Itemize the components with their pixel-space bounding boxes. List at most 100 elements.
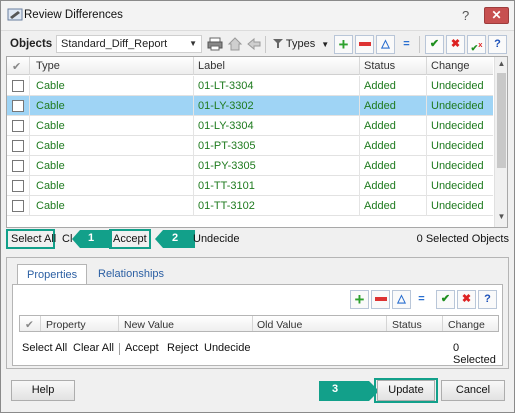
- reject-x-icon[interactable]: ✖: [446, 35, 465, 54]
- table-row[interactable]: Cable 01-PY-3305 Added Undecided: [7, 156, 493, 176]
- types-filter-dropdown[interactable]: Types ▼: [273, 38, 329, 50]
- column-divider: [426, 116, 427, 136]
- table-row[interactable]: Cable 01-TT-3101 Added Undecided: [7, 176, 493, 196]
- table-header: ✔ Type Label Status Change: [7, 57, 493, 75]
- close-button[interactable]: ✕: [484, 7, 509, 24]
- table-row[interactable]: Cable 01-LT-3304 Added Undecided: [7, 76, 493, 96]
- column-header-new-value[interactable]: New Value: [124, 319, 174, 331]
- chevron-down-icon: ▼: [321, 40, 330, 49]
- cell-label: 01-PT-3305: [198, 140, 256, 152]
- header-check-icon[interactable]: ✔: [25, 319, 34, 331]
- row-checkbox[interactable]: [12, 80, 24, 92]
- scroll-down-icon[interactable]: ▼: [495, 212, 507, 225]
- add-icon[interactable]: +: [350, 290, 369, 309]
- accept-check-icon[interactable]: ✔: [425, 35, 444, 54]
- row-checkbox[interactable]: [12, 180, 24, 192]
- table-row[interactable]: Cable 01-TT-3102 Added Undecided: [7, 196, 493, 216]
- report-dropdown[interactable]: Standard_Diff_Report ▼: [56, 35, 202, 53]
- column-header-old-value[interactable]: Old Value: [257, 319, 302, 331]
- reject-x-icon[interactable]: ✖: [457, 290, 476, 309]
- column-header-status[interactable]: Status: [392, 319, 422, 331]
- back-arrow-icon[interactable]: [246, 36, 262, 52]
- equals-icon[interactable]: =: [412, 290, 431, 309]
- cell-label: 01-TT-3101: [198, 180, 255, 192]
- details-panel: Properties Relationships + △ = ✔ ✖ ? ✔ P…: [6, 257, 509, 369]
- header-check-icon[interactable]: ✔: [12, 60, 21, 73]
- callout-3: 3: [332, 383, 339, 395]
- column-header-status[interactable]: Status: [364, 60, 395, 72]
- properties-selected-count: 0 Selected: [453, 342, 496, 366]
- cell-status: Added: [364, 160, 396, 172]
- properties-accept-link[interactable]: Accept: [125, 342, 159, 354]
- column-header-property[interactable]: Property: [46, 319, 86, 331]
- column-divider: [359, 156, 360, 176]
- scroll-up-icon[interactable]: ▲: [495, 59, 507, 72]
- cell-status: Added: [364, 200, 396, 212]
- cell-type: Cable: [36, 200, 65, 212]
- chevron-down-icon: ▼: [189, 39, 197, 48]
- objects-label: Objects: [10, 38, 53, 50]
- app-icon: [7, 8, 23, 21]
- column-divider: [442, 316, 443, 331]
- properties-clear-all-link[interactable]: Clear All: [73, 342, 114, 354]
- column-divider: [426, 57, 427, 75]
- row-checkbox[interactable]: [12, 120, 24, 132]
- home-icon[interactable]: [227, 36, 243, 52]
- equals-icon[interactable]: =: [397, 35, 416, 54]
- remove-icon[interactable]: [371, 290, 390, 309]
- scroll-thumb[interactable]: [497, 73, 506, 168]
- add-icon[interactable]: +: [334, 35, 353, 54]
- table-row[interactable]: Cable 01-LY-3304 Added Undecided: [7, 116, 493, 136]
- row-checkbox[interactable]: [12, 140, 24, 152]
- column-header-label[interactable]: Label: [198, 60, 225, 72]
- vertical-scrollbar[interactable]: ▲ ▼: [494, 57, 507, 227]
- column-header-change[interactable]: Change: [448, 319, 485, 331]
- properties-undecide-link[interactable]: Undecide: [204, 342, 250, 354]
- cell-type: Cable: [36, 100, 65, 112]
- toolbar-separator: [265, 36, 266, 53]
- table-row[interactable]: Cable 01-PT-3305 Added Undecided: [7, 136, 493, 156]
- help-question-icon[interactable]: ?: [488, 35, 507, 54]
- cell-status: Added: [364, 140, 396, 152]
- window-title: Review Differences: [24, 9, 123, 21]
- column-divider: [359, 57, 360, 75]
- table-row[interactable]: Cable 01-LY-3302 Added Undecided: [7, 96, 493, 116]
- help-question-icon[interactable]: ?: [478, 290, 497, 309]
- update-button[interactable]: Update: [377, 380, 435, 401]
- column-header-type[interactable]: Type: [36, 60, 60, 72]
- row-checkbox[interactable]: [12, 100, 24, 112]
- report-dropdown-value: Standard_Diff_Report: [61, 38, 168, 50]
- delta-icon[interactable]: △: [392, 290, 411, 309]
- cell-status: Added: [364, 180, 396, 192]
- properties-reject-link[interactable]: Reject: [167, 342, 198, 354]
- cell-label: 01-PY-3305: [198, 160, 256, 172]
- clear-all-link[interactable]: Cl: [62, 233, 72, 245]
- types-label: Types: [285, 38, 316, 50]
- column-header-change[interactable]: Change: [431, 60, 470, 72]
- undecide-link[interactable]: Undecide: [193, 233, 239, 245]
- accept-check-icon[interactable]: ✔: [436, 290, 455, 309]
- help-button[interactable]: Help: [11, 380, 75, 401]
- remove-icon[interactable]: [355, 35, 374, 54]
- review-differences-dialog: Review Differences ? ✕ Objects Standard_…: [0, 0, 515, 413]
- row-checkbox[interactable]: [12, 200, 24, 212]
- tab-relationships[interactable]: Relationships: [89, 264, 173, 285]
- cell-label: 01-LT-3304: [198, 80, 254, 92]
- cell-change: Undecided: [431, 140, 484, 152]
- column-divider: [29, 76, 30, 96]
- column-divider: [29, 96, 30, 116]
- tab-properties[interactable]: Properties: [17, 264, 88, 285]
- grid-action-bar: Select All Cl 1 Accept 2 Undecide 0 Sele…: [6, 229, 509, 249]
- row-checkbox[interactable]: [12, 160, 24, 172]
- properties-select-all-link[interactable]: Select All: [22, 342, 67, 354]
- cell-type: Cable: [36, 140, 65, 152]
- print-icon[interactable]: [207, 36, 223, 52]
- help-icon[interactable]: ?: [462, 8, 469, 23]
- undecide-icon[interactable]: ✔x: [467, 35, 486, 54]
- cancel-button[interactable]: Cancel: [441, 380, 505, 401]
- accept-link[interactable]: Accept: [113, 233, 147, 245]
- select-all-link[interactable]: Select All: [11, 233, 56, 245]
- properties-panel: + △ = ✔ ✖ ? ✔ Property New Value Old Val…: [12, 284, 503, 366]
- delta-icon[interactable]: △: [376, 35, 395, 54]
- cell-status: Added: [364, 120, 396, 132]
